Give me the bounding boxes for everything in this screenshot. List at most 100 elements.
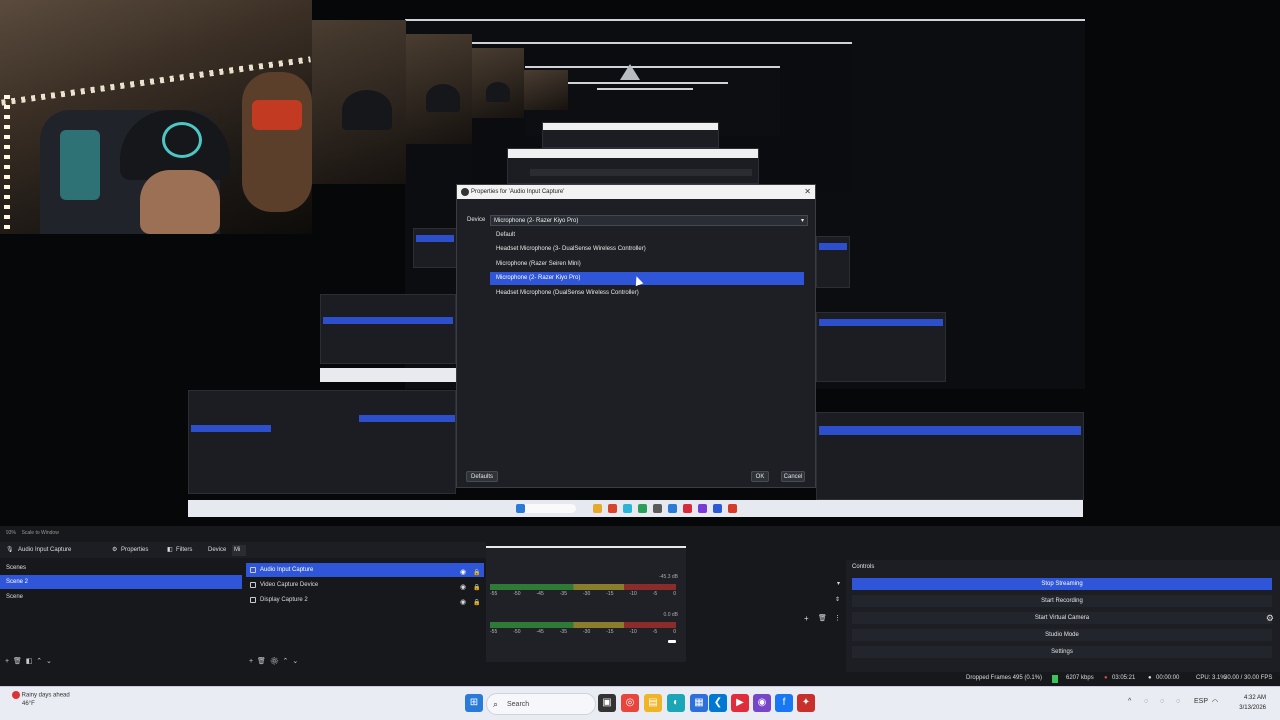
clock-date: 3/13/2026 (1239, 705, 1266, 711)
scene-item[interactable]: Scene (0, 590, 242, 604)
device-option-selected[interactable]: Microphone (2- Razer Kiyo Pro) (490, 272, 804, 285)
device-toolbar-select[interactable]: Mi (232, 545, 246, 556)
remove-scene-icon[interactable]: 🗑 (13, 658, 22, 665)
scene-item[interactable]: Scene 2 (0, 575, 242, 589)
vscode-icon[interactable]: ❮ (709, 694, 727, 712)
nested-controls-panel (816, 236, 850, 288)
fps: 30.00 / 30.00 FPS (1224, 675, 1273, 681)
tray-icon[interactable]: ◌ (1144, 698, 1148, 705)
nested-webcam (524, 70, 568, 110)
source-toolbar: 🎙 Audio Input Capture ⚙ Properties ◧ Fil… (0, 542, 486, 558)
obs-icon[interactable]: ◉ (753, 694, 771, 712)
device-option[interactable]: Headset Microphone (DualSense Wireless C… (490, 287, 804, 300)
chevron-up-icon[interactable]: ^ (1128, 698, 1131, 705)
filter-icon[interactable]: ◧ (26, 658, 33, 665)
mixer-db-readout: -45.3 dB (659, 574, 678, 580)
preview-zoom-row: 93% Scale to Window (0, 526, 1280, 540)
move-up-icon[interactable]: ⌃ (283, 658, 289, 665)
gear-icon[interactable]: ⚙ (112, 545, 117, 556)
rec-time: 00:00:00 (1156, 675, 1180, 681)
eye-icon[interactable]: ◉ (460, 596, 466, 610)
more-icon[interactable]: ⋮ (834, 614, 841, 622)
app-icon[interactable]: ✦ (797, 694, 815, 712)
device-select[interactable]: Microphone (2- Razer Kiyo Pro) ▾ (490, 215, 808, 226)
source-item[interactable]: Audio Input Capture ◉ 🔒 (246, 563, 484, 577)
add-source-icon[interactable]: + (249, 658, 253, 665)
defaults-button[interactable]: Defaults (466, 471, 498, 482)
move-up-icon[interactable]: ⌃ (36, 658, 42, 665)
tray-icon[interactable]: ◌ (1160, 698, 1164, 705)
current-source-name: Audio Input Capture (18, 547, 72, 553)
add-transition-icon[interactable]: + (804, 614, 809, 623)
properties-button[interactable]: Properties (121, 545, 148, 556)
live-time: 03:05:21 (1112, 675, 1136, 681)
filters-button[interactable]: Filters (176, 545, 192, 556)
ok-button[interactable]: OK (751, 471, 769, 482)
move-down-icon[interactable]: ⌄ (46, 658, 52, 665)
scenes-title: Scenes (6, 565, 27, 571)
device-toolbar-label: Device (208, 547, 227, 553)
remove-transition-icon[interactable]: 🗑 (818, 614, 827, 622)
lock-icon[interactable]: 🔒 (473, 596, 480, 610)
add-scene-icon[interactable]: + (5, 658, 9, 665)
transitions-dock: ▾ ⇕ + 🗑 ⋮ (688, 566, 844, 636)
task-view-icon[interactable]: ▣ (598, 694, 616, 712)
preview-canvas[interactable]: Properties for 'Audio Input Capture' ✕ D… (0, 0, 1280, 526)
weather-temp: 46°F (22, 700, 35, 707)
studio-mode-button[interactable]: Studio Mode (852, 629, 1272, 641)
source-item[interactable]: Display Capture 2 ◉ 🔒 (246, 593, 484, 607)
youtube-icon[interactable]: ▶ (731, 694, 749, 712)
filter-icon[interactable]: ◧ (167, 545, 173, 556)
weather-alert-icon (12, 691, 20, 699)
zoom-level[interactable]: 93% (6, 530, 16, 536)
chevron-down-icon[interactable]: ▾ (837, 580, 840, 587)
device-option[interactable]: Headset Microphone (3- DualSense Wireles… (490, 243, 804, 256)
bitrate: 6207 kbps (1066, 675, 1094, 681)
cancel-button[interactable]: Cancel (781, 471, 805, 482)
nested-scenes-panel (320, 294, 456, 364)
mixer-db-readout: 0.0 dB (663, 612, 678, 618)
meter-ticks: -55 -50 -45 -35 -30 -15 -10 -5 0 (490, 629, 676, 635)
start-virtual-camera-button[interactable]: Start Virtual Camera (852, 612, 1272, 624)
audio-mixer: -45.3 dB -55 -50 -45 -35 -30 -15 -10 -5 0 0.0 dB… (486, 546, 686, 662)
sources-toolbar: + 🗑 ⚙ ⌃ ⌄ (249, 657, 298, 665)
chrome-icon[interactable]: ◎ (621, 694, 639, 712)
stop-streaming-button[interactable]: Stop Streaming (852, 578, 1272, 590)
weather-text: Rainy days ahead (21, 692, 70, 699)
device-option[interactable]: Default (490, 229, 804, 242)
gear-icon[interactable]: ⚙ (1266, 613, 1274, 624)
calculator-icon[interactable]: ▦ (690, 694, 708, 712)
status-bar: Dropped Frames 495 (0.1%) 6207 kbps ● 03… (0, 672, 1280, 686)
weather-widget[interactable]: Rainy days ahead 46°F (12, 691, 70, 708)
volume-slider[interactable] (668, 640, 676, 643)
device-option[interactable]: Microphone (Razer Seiren Mini) (490, 258, 804, 271)
facebook-icon[interactable]: f (775, 694, 793, 712)
file-explorer-icon[interactable]: ▤ (644, 694, 662, 712)
scale-mode[interactable]: Scale to Window (22, 530, 59, 536)
source-item[interactable]: Video Capture Device ◉ 🔒 (246, 578, 484, 592)
source-label: Audio Input Capture (260, 567, 314, 573)
gear-icon[interactable]: ⚙ (270, 658, 279, 665)
edge-icon[interactable]: ◐ (667, 694, 685, 712)
nested-search (518, 504, 576, 513)
tray-icon[interactable]: ◌ (1176, 698, 1180, 705)
spinner-icon[interactable]: ⇕ (835, 596, 840, 603)
settings-button[interactable]: Settings (852, 646, 1272, 658)
wifi-icon[interactable]: ◠ (1212, 698, 1218, 706)
search-box[interactable]: ⌕ Search (486, 693, 596, 715)
nested-scenes-panel (188, 390, 456, 494)
search-placeholder: Search (507, 701, 530, 708)
nested-webcam (406, 34, 472, 144)
start-icon[interactable]: ⊞ (465, 694, 483, 712)
close-icon[interactable]: ✕ (804, 185, 811, 199)
move-down-icon[interactable]: ⌄ (292, 658, 298, 665)
live-dot-icon: ● (1104, 675, 1108, 681)
nested-sources-panel (413, 228, 457, 268)
network-indicator-icon (1052, 675, 1058, 683)
start-recording-button[interactable]: Start Recording (852, 595, 1272, 607)
remove-source-icon[interactable]: 🗑 (257, 658, 266, 665)
clock[interactable]: 4:32 AM 3/13/2026 (1239, 693, 1266, 713)
chevron-down-icon: ▾ (800, 218, 804, 224)
windows-taskbar: Rainy days ahead 46°F ⊞ ⌕ Search ▣ ◎ ▤ ◐… (0, 686, 1280, 720)
language-indicator[interactable]: ESP (1194, 698, 1208, 705)
